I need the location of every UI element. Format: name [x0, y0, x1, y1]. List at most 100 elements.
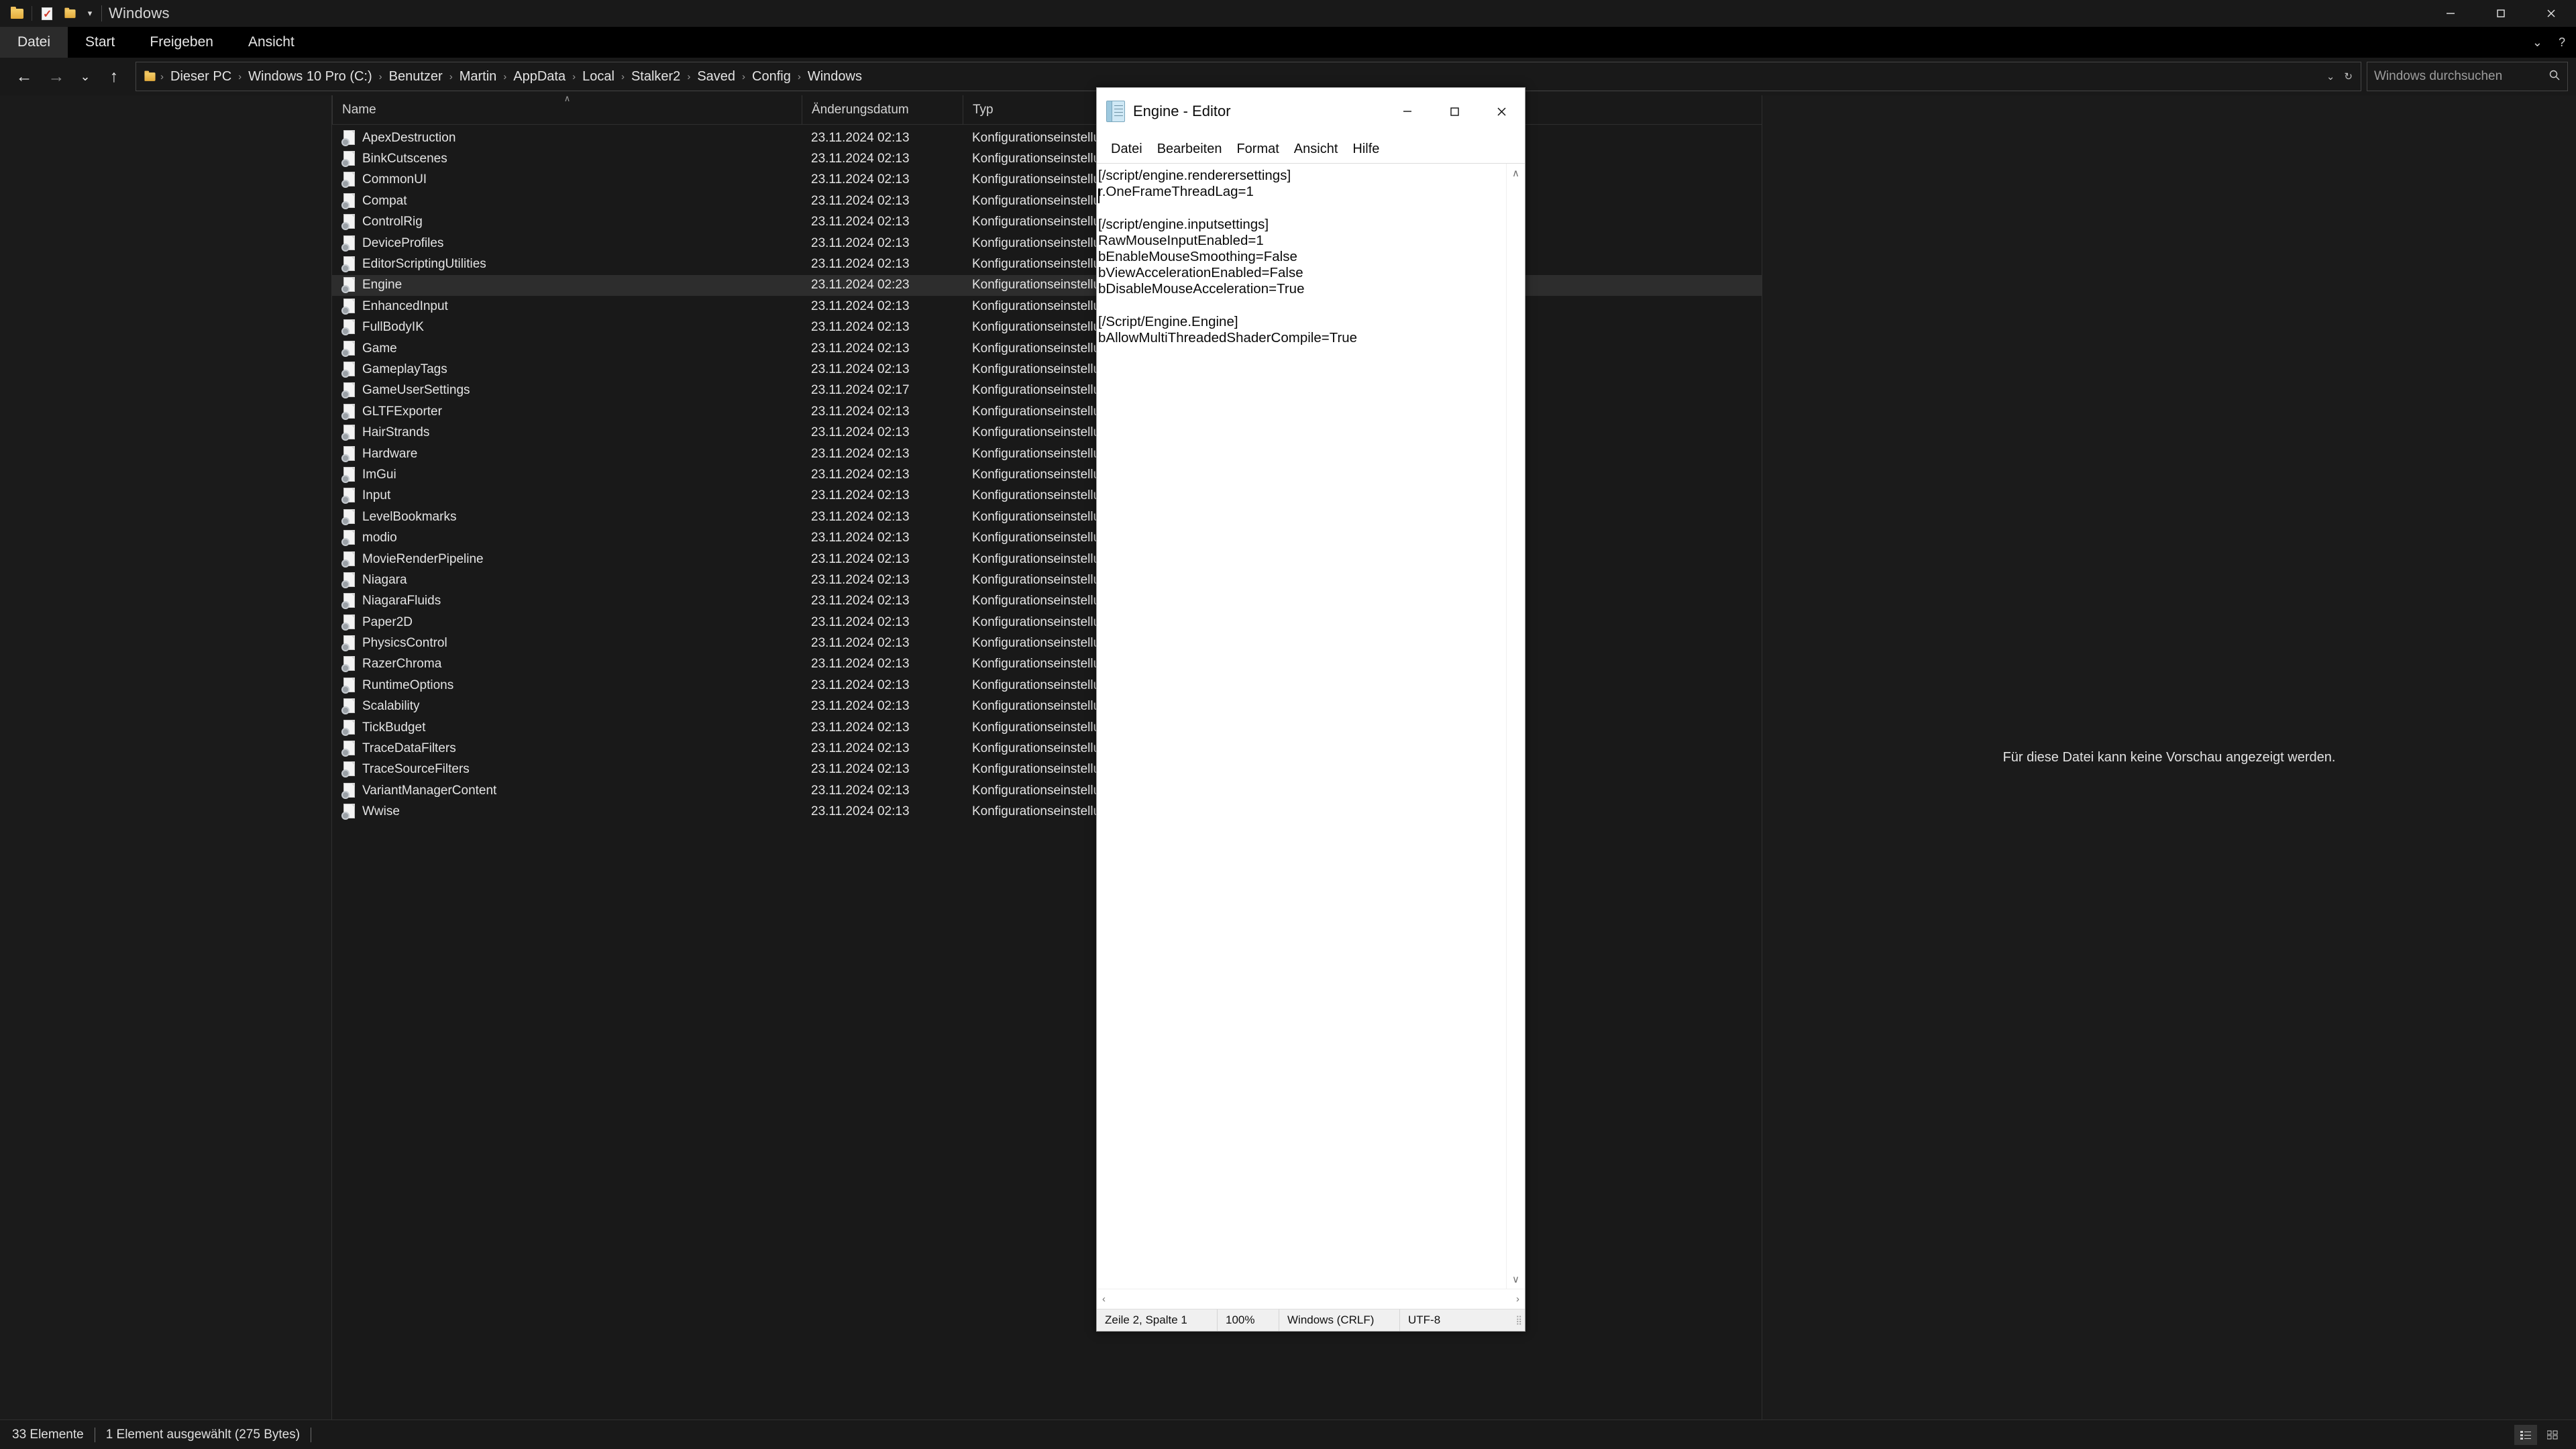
forward-button[interactable]: → [40, 60, 72, 93]
refresh-icon[interactable]: ↻ [2344, 70, 2353, 83]
file-name: NiagaraFluids [362, 594, 441, 608]
chevron-down-icon[interactable]: ⌄ [2326, 70, 2335, 83]
column-header-date[interactable]: Änderungsdatum [802, 95, 963, 124]
chevron-down-icon[interactable]: ⌄ [2532, 36, 2542, 50]
navigation-pane[interactable] [0, 95, 332, 1419]
maximize-button[interactable] [2475, 0, 2526, 27]
notepad-text-area[interactable]: [/script/engine.renderersettings] r.OneF… [1097, 163, 1525, 1289]
breadcrumb-item-local[interactable]: Local [577, 69, 620, 85]
table-row[interactable]: ApexDestruction 23.11.2024 02:13 Konfigura… [332, 127, 1762, 148]
file-date-cell: 23.11.2024 02:13 [811, 678, 910, 692]
scroll-down-icon[interactable]: ∨ [1512, 1270, 1519, 1289]
table-row[interactable]: Input 23.11.2024 02:13 Konfigurationseinst… [332, 486, 1762, 506]
breadcrumb-item-benutzer[interactable]: Benutzer [384, 69, 448, 85]
breadcrumb-item-stalker2[interactable]: Stalker2 [626, 69, 686, 85]
table-row[interactable]: RuntimeOptions 23.11.2024 02:13 Konfigurat… [332, 675, 1762, 696]
chevron-down-icon[interactable]: ▾ [81, 2, 99, 25]
file-list: ApexDestruction 23.11.2024 02:13 Konfigura… [332, 125, 1762, 1419]
notepad-close-button[interactable] [1478, 88, 1525, 135]
tab-freigeben[interactable]: Freigeben [132, 27, 231, 58]
file-name-cell: Game [332, 340, 802, 357]
table-row[interactable]: modio 23.11.2024 02:13 Konfigurationseinst… [332, 527, 1762, 548]
menu-bearbeiten[interactable]: Bearbeiten [1150, 142, 1230, 157]
file-date-cell: 23.11.2024 02:13 [811, 783, 910, 798]
table-row[interactable]: Compat 23.11.2024 02:13 Konfigurationseins… [332, 191, 1762, 211]
folder-icon[interactable] [5, 2, 28, 25]
table-row[interactable]: RazerChroma 23.11.2024 02:13 Konfiguration… [332, 654, 1762, 675]
scroll-left-icon[interactable]: ‹ [1102, 1293, 1106, 1305]
scroll-right-icon[interactable]: › [1516, 1293, 1519, 1305]
table-row[interactable]: DeviceProfiles 23.11.2024 02:13 Konfigurat… [332, 233, 1762, 254]
recent-locations-button[interactable]: ⌄ [72, 60, 98, 93]
breadcrumb-item-appdata[interactable]: AppData [508, 69, 571, 85]
table-row[interactable]: CommonUI 23.11.2024 02:13 Konfigurationsei… [332, 170, 1762, 191]
new-folder-icon[interactable] [58, 2, 81, 25]
menu-format[interactable]: Format [1229, 142, 1286, 157]
menu-hilfe[interactable]: Hilfe [1345, 142, 1387, 157]
up-button[interactable]: ↑ [98, 60, 130, 93]
table-row[interactable]: ImGui 23.11.2024 02:13 Konfigurationseinst… [332, 464, 1762, 485]
details-view-icon[interactable] [2514, 1424, 2537, 1445]
file-name: Compat [362, 193, 407, 208]
table-row[interactable]: GameUserSettings 23.11.2024 02:17 Konfigur… [332, 380, 1762, 401]
table-row[interactable]: LevelBookmarks 23.11.2024 02:13 Konfigurat… [332, 506, 1762, 527]
table-row[interactable]: Engine 23.11.2024 02:23 Konfigurationseins… [332, 274, 1762, 297]
table-row[interactable]: ControlRig 23.11.2024 02:13 Konfigurations… [332, 212, 1762, 233]
table-row[interactable]: Wwise 23.11.2024 02:13 Konfigurationseinst… [332, 802, 1762, 822]
table-row[interactable]: Scalability 23.11.2024 02:13 Konfiguration… [332, 696, 1762, 717]
tab-datei[interactable]: Datei [0, 27, 68, 58]
table-row[interactable]: TraceDataFilters 23.11.2024 02:13 Konfigur… [332, 738, 1762, 759]
back-button[interactable]: ← [8, 60, 40, 93]
search-icon[interactable] [2548, 69, 2561, 85]
breadcrumb-item-martin[interactable]: Martin [454, 69, 502, 85]
table-row[interactable]: EnhancedInput 23.11.2024 02:13 Konfigurati… [332, 296, 1762, 317]
file-name-cell: FullBodyIK [332, 319, 802, 336]
breadcrumb-item-config[interactable]: Config [747, 69, 796, 85]
config-file-icon [341, 382, 355, 399]
table-row[interactable]: Niagara 23.11.2024 02:13 Konfigurationsein… [332, 570, 1762, 590]
breadcrumb-item-saved[interactable]: Saved [692, 69, 741, 85]
column-header-date-label: Änderungsdatum [812, 102, 909, 117]
help-icon[interactable]: ? [2559, 36, 2565, 50]
file-date-cell: 23.11.2024 02:13 [811, 614, 910, 629]
search-input[interactable]: Windows durchsuchen [2367, 62, 2568, 91]
table-row[interactable]: TraceSourceFilters 23.11.2024 02:13 Konfig… [332, 759, 1762, 780]
column-header-name[interactable]: ∧ Name [332, 94, 802, 124]
tab-start[interactable]: Start [68, 27, 132, 58]
table-row[interactable]: TickBudget 23.11.2024 02:13 Konfigurations… [332, 717, 1762, 738]
file-date-cell: 23.11.2024 02:13 [811, 741, 910, 756]
table-row[interactable]: Hardware 23.11.2024 02:13 Konfigurationsei… [332, 443, 1762, 464]
table-row[interactable]: FullBodyIK 23.11.2024 02:13 Konfigurations… [332, 317, 1762, 338]
table-row[interactable]: BinkCutscenes 23.11.2024 02:13 Konfigurati… [332, 148, 1762, 169]
scroll-up-icon[interactable]: ∧ [1512, 164, 1519, 182]
table-row[interactable]: Game 23.11.2024 02:13 Konfigurationseinste… [332, 338, 1762, 359]
properties-checklist-icon[interactable] [36, 2, 58, 25]
notepad-minimize-button[interactable] [1384, 88, 1431, 135]
table-row[interactable]: VariantManagerContent 23.11.2024 02:13 Kon… [332, 780, 1762, 801]
table-row[interactable]: PhysicsControl 23.11.2024 02:13 Konfigurat… [332, 633, 1762, 653]
close-button[interactable] [2526, 0, 2576, 27]
notepad-vertical-scrollbar[interactable]: ∧ ∨ [1506, 164, 1525, 1289]
table-row[interactable]: GLTFExporter 23.11.2024 02:13 Konfiguratio… [332, 401, 1762, 422]
breadcrumb-item-windows-10-pro-c[interactable]: Windows 10 Pro (C:) [243, 69, 378, 85]
breadcrumb-item-dieser-pc[interactable]: Dieser PC [165, 69, 237, 85]
table-row[interactable]: Paper2D 23.11.2024 02:13 Konfigurationsein… [332, 612, 1762, 633]
resize-grip-icon[interactable]: ⣿ [1515, 1315, 1525, 1326]
file-date-cell: 23.11.2024 02:13 [811, 467, 910, 482]
table-row[interactable]: HairStrands 23.11.2024 02:13 Konfiguration… [332, 422, 1762, 443]
table-row[interactable]: MovieRenderPipeline 23.11.2024 02:13 Konfi… [332, 549, 1762, 570]
breadcrumb-separator: › [572, 70, 576, 83]
menu-ansicht[interactable]: Ansicht [1287, 142, 1346, 157]
breadcrumb-item-windows[interactable]: Windows [802, 69, 867, 85]
menu-datei[interactable]: Datei [1104, 142, 1150, 157]
notepad-maximize-button[interactable] [1431, 88, 1478, 135]
table-row[interactable]: NiagaraFluids 23.11.2024 02:13 Konfigurati… [332, 591, 1762, 612]
notepad-horizontal-scrollbar[interactable]: ‹ › [1097, 1289, 1525, 1309]
file-date-cell: 23.11.2024 02:13 [811, 193, 910, 208]
large-icons-view-icon[interactable] [2541, 1425, 2564, 1445]
file-name: LevelBookmarks [362, 509, 457, 524]
tab-ansicht[interactable]: Ansicht [231, 27, 312, 58]
table-row[interactable]: EditorScriptingUtilities 23.11.2024 02:13… [332, 254, 1762, 274]
table-row[interactable]: GameplayTags 23.11.2024 02:13 Konfiguratio… [332, 359, 1762, 380]
minimize-button[interactable] [2425, 0, 2475, 27]
